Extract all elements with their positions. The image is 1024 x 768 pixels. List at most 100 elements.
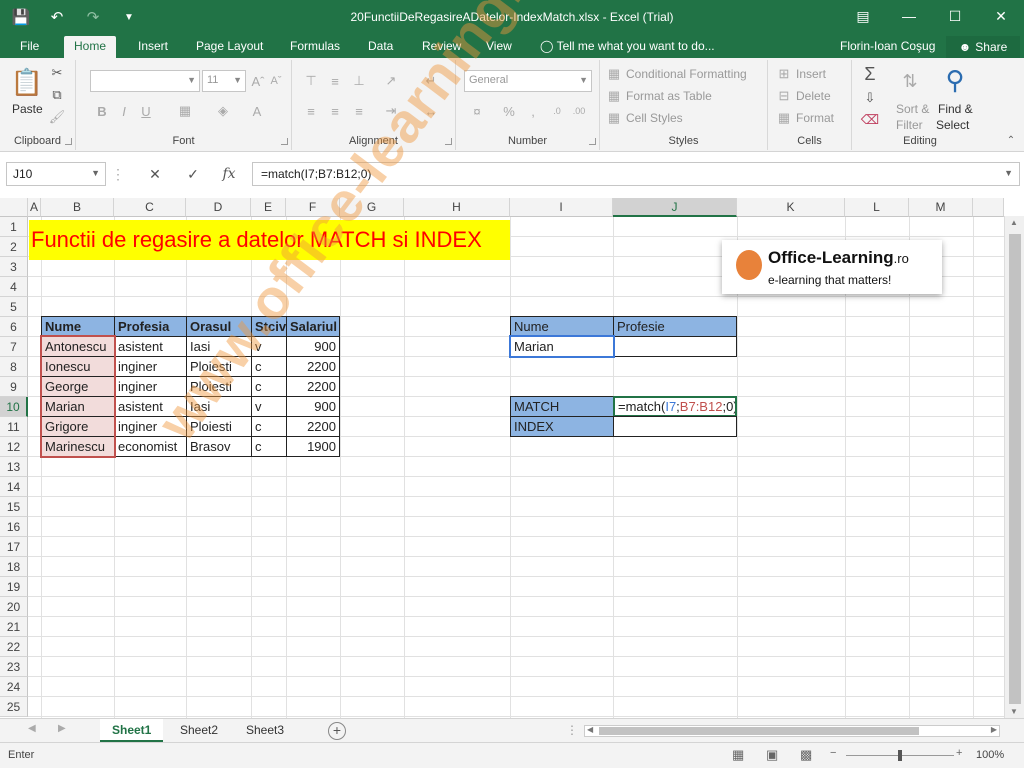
zoom-level[interactable]: 100% [976,749,1004,761]
table-header-cell[interactable]: Nume [41,316,115,337]
confirm-entry-icon[interactable]: ✓ [178,162,208,186]
tab-review[interactable]: Review [412,36,471,58]
col-header-k[interactable]: K [737,198,845,217]
tab-file[interactable]: File [10,36,49,58]
lookup-profesie-value[interactable] [613,336,737,357]
row-header[interactable]: 24 [0,677,28,697]
indent-icon[interactable]: ⇥ [382,102,400,120]
cancel-entry-icon[interactable]: ✕ [140,162,170,186]
font-size-combo[interactable]: 11 ▼ [202,70,246,92]
row-header[interactable]: 23 [0,657,28,677]
lookup-nume-label[interactable]: Nume [510,316,614,337]
index-label[interactable]: INDEX [510,416,614,437]
sort-filter-icon[interactable]: ⇅ [898,66,922,96]
row-header[interactable]: 17 [0,537,28,557]
align-center-icon[interactable]: ≡ [326,102,344,120]
table-cell[interactable]: asistent [114,396,187,417]
table-cell[interactable]: inginer [114,356,187,377]
active-cell-j10[interactable]: =match(I7;B7:B12;0) [613,396,737,417]
row-header[interactable]: 4 [0,277,28,297]
vertical-scrollbar[interactable]: ▲ ▼ [1004,216,1024,718]
share-button[interactable]: ☻ Share [946,36,1020,58]
italic-button[interactable]: I [116,102,132,120]
row-header[interactable]: 2 [0,237,28,257]
horizontal-scrollbar[interactable]: ◀ ▶ [584,725,1000,737]
minimize-button[interactable]: — [886,0,932,32]
wrap-text-icon[interactable]: ↵ [422,72,440,90]
col-header-g[interactable]: G [340,198,404,217]
format-as-table-button[interactable]: Format as Table [626,89,712,103]
tab-view[interactable]: View [476,36,522,58]
select-label[interactable]: Select [936,118,969,132]
orientation-icon[interactable]: ↗ [382,72,400,90]
prev-sheet-icon[interactable]: ◀ [28,723,36,734]
number-format-combo[interactable]: General ▼ [464,70,592,92]
fill-color-icon[interactable]: ◈ [214,102,232,120]
col-header-b[interactable]: B [41,198,114,217]
sheet-tab-2[interactable]: Sheet2 [168,719,230,743]
table-cell[interactable]: economist [114,436,187,457]
underline-button[interactable]: U [138,102,154,120]
tab-data[interactable]: Data [358,36,403,58]
page-break-view-icon[interactable]: ▩ [800,747,812,763]
grow-font-icon[interactable]: Aˆ [250,72,266,90]
table-cell[interactable]: asistent [114,336,187,357]
vertical-scroll-thumb[interactable] [1009,234,1021,704]
sheet-tab-1[interactable]: Sheet1 [100,719,164,743]
table-cell[interactable]: 1900 [286,436,340,457]
scroll-down-icon[interactable]: ▼ [1010,707,1018,716]
format-painter-icon[interactable]: 🖌 [48,108,66,126]
conditional-formatting-button[interactable]: Conditional Formatting [626,67,747,81]
row-header[interactable]: 25 [0,697,28,717]
row-header[interactable]: 22 [0,637,28,657]
format-cells-button[interactable]: Format [796,111,834,125]
currency-icon[interactable]: ¤ [466,102,488,120]
match-label[interactable]: MATCH [510,396,614,417]
tab-home[interactable]: Home [64,36,117,58]
table-cell[interactable]: Ploiesti [186,376,252,397]
table-header-cell[interactable]: Stciv [251,316,287,337]
autosum-icon[interactable]: Σ [860,64,880,84]
align-top-icon[interactable]: ⊤ [302,72,320,90]
percent-button[interactable]: % [500,102,518,120]
decrease-decimal-icon[interactable]: .00 [570,102,588,120]
cut-icon[interactable]: ✂ [48,64,66,82]
paste-button[interactable]: Paste [12,102,43,116]
add-sheet-icon[interactable]: + [328,722,346,740]
sheet-tab-3[interactable]: Sheet3 [234,719,296,743]
alignment-launcher-icon[interactable] [445,138,452,145]
row-header[interactable]: 14 [0,477,28,497]
tab-split-grip-icon[interactable]: ⋮ [566,723,578,737]
font-launcher-icon[interactable] [281,138,288,145]
insert-cells-button[interactable]: Insert [796,67,826,81]
number-launcher-icon[interactable] [589,138,596,145]
cell-styles-button[interactable]: Cell Styles [626,111,683,125]
increase-decimal-icon[interactable]: .0 [548,102,566,120]
col-header-a[interactable]: A [28,198,41,217]
scroll-left-icon[interactable]: ◀ [587,725,593,734]
table-cell[interactable]: Ploiesti [186,356,252,377]
fill-icon[interactable]: ⇩ [860,88,880,108]
col-header-d[interactable]: D [186,198,251,217]
shrink-font-icon[interactable]: Aˇ [268,72,284,90]
tab-insert[interactable]: Insert [128,36,178,58]
table-header-cell[interactable]: Salariul [286,316,340,337]
normal-view-icon[interactable]: ▦ [732,747,744,763]
find-label[interactable]: Find & [938,102,973,116]
zoom-in-icon[interactable]: + [956,747,962,759]
filter-label[interactable]: Filter [896,118,923,132]
tab-formulas[interactable]: Formulas [280,36,350,58]
row-header[interactable]: 19 [0,577,28,597]
row-header[interactable]: 15 [0,497,28,517]
table-cell[interactable]: 2200 [286,356,340,377]
row-header[interactable]: 8 [0,357,28,377]
table-cell[interactable]: c [251,436,287,457]
row-header[interactable]: 1 [0,217,28,237]
table-cell[interactable]: c [251,416,287,437]
row-header[interactable]: 20 [0,597,28,617]
tab-page-layout[interactable]: Page Layout [186,36,273,58]
select-all-corner[interactable] [0,198,28,217]
col-header-h[interactable]: H [404,198,510,217]
table-cell[interactable]: c [251,356,287,377]
font-name-combo[interactable]: ▼ [90,70,200,92]
